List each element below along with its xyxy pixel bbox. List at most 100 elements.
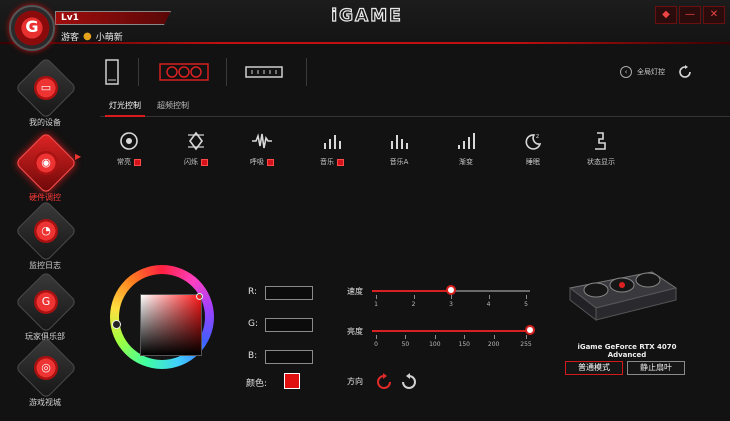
- sleep-icon: z: [525, 133, 542, 150]
- clockwise-icon[interactable]: [374, 372, 394, 392]
- slider-tick-label: 50: [401, 341, 410, 348]
- user-info: 游客 ● 小萌新: [61, 30, 123, 43]
- effect-static[interactable]: 常亮: [99, 131, 159, 175]
- speed-label: 速度: [347, 287, 363, 296]
- slider-tick-label: 1: [374, 301, 378, 308]
- tab-light-control[interactable]: 灯光控制: [105, 100, 145, 117]
- card-name: iGame GeForce RTX 4070 Advanced: [577, 343, 677, 359]
- effect-sleep[interactable]: z 睡眠: [503, 131, 563, 175]
- slider-tick-label: 4: [486, 301, 491, 308]
- speed-slider-handle[interactable]: [446, 285, 456, 295]
- status-icon: [595, 132, 606, 150]
- tab-overclock-control[interactable]: 超频控制: [157, 100, 189, 111]
- effect-label-row: 呼吸: [232, 157, 292, 167]
- effect-gradient[interactable]: 渐变: [436, 131, 496, 175]
- user-prefix: 游客: [61, 33, 80, 43]
- music-icon: [324, 135, 341, 149]
- sidebar-item-monitor-log[interactable]: ◔ 监控日志: [0, 199, 90, 275]
- svg-text:iGAME: iGAME: [331, 6, 402, 26]
- monitor-icon: ▭: [34, 76, 58, 100]
- hue-handle[interactable]: [112, 320, 121, 329]
- red-input[interactable]: [265, 286, 313, 300]
- sidebar-item-hardware-control[interactable]: ◉ 硬件调控: [0, 131, 90, 207]
- gauge-icon: ◔: [34, 219, 58, 243]
- minimize-icon: —: [685, 9, 695, 20]
- effect-music-a[interactable]: 音乐A: [369, 131, 429, 175]
- effect-label: 常亮: [117, 158, 131, 166]
- normal-mode-button[interactable]: 普通模式: [565, 361, 623, 375]
- counterclockwise-icon[interactable]: [399, 372, 419, 392]
- slider-tick: [493, 335, 495, 339]
- effect-music[interactable]: 音乐: [302, 131, 362, 175]
- saturation-handle[interactable]: [196, 293, 203, 300]
- blue-input[interactable]: [265, 350, 313, 364]
- sidebar-item-label: 游戏视城: [29, 398, 61, 407]
- minimize-button[interactable]: —: [679, 6, 701, 24]
- svg-text:z: z: [536, 133, 539, 140]
- slider-tick: [451, 295, 452, 299]
- title-bar: Lv1 游客 ● 小萌新 iGAME ◆ — ✕: [0, 0, 730, 44]
- device-separator: [138, 58, 139, 86]
- global-light-button[interactable]: ‹ 全局灯控: [620, 66, 665, 78]
- stop-fan-button[interactable]: 静止扇叶: [627, 361, 685, 375]
- effect-breath[interactable]: 呼吸: [232, 131, 292, 175]
- gamepad-icon: ◎: [34, 356, 58, 380]
- effect-label: 闪烁: [184, 158, 198, 166]
- effect-color-swatch[interactable]: [134, 158, 141, 166]
- pc-case-icon[interactable]: [100, 58, 124, 86]
- effect-label-row: 睡眠: [503, 157, 563, 167]
- saturation-brightness-square[interactable]: [140, 294, 202, 356]
- effect-label: 状态显示: [587, 158, 615, 166]
- tab-bar: 灯光控制 超频控制: [100, 97, 730, 117]
- sidebar-item-my-devices[interactable]: ▭ 我的设备: [0, 56, 90, 132]
- slider-tick: [376, 335, 377, 339]
- direction-label: 方向: [347, 377, 363, 386]
- slider-tick: [526, 335, 527, 339]
- close-icon: ✕: [709, 9, 719, 20]
- effect-color-swatch[interactable]: [201, 158, 208, 166]
- red-label: R:: [248, 287, 258, 297]
- sidebar-icon-frame: ◎: [14, 336, 78, 400]
- device-separator: [306, 58, 307, 86]
- effect-label-row: 闪烁: [166, 157, 226, 167]
- brightness-slider[interactable]: [372, 325, 535, 335]
- sidebar-item-label: 我的设备: [29, 118, 61, 127]
- sidebar-icon-frame: ◉: [14, 131, 78, 195]
- effect-status-display[interactable]: 状态显示: [571, 131, 631, 175]
- avatar[interactable]: G: [9, 5, 55, 51]
- slider-tick-label: 0: [374, 341, 378, 348]
- static-icon: [120, 132, 138, 150]
- skin-icon: ◆: [662, 9, 670, 20]
- effect-color-swatch[interactable]: [337, 158, 344, 166]
- memory-icon[interactable]: [244, 58, 284, 86]
- avatar-logo-icon: G: [25, 17, 39, 36]
- sidebar-item-label: 监控日志: [29, 261, 61, 270]
- flash-icon: [188, 131, 204, 151]
- slider-tick-label: 100: [429, 341, 441, 348]
- username: 小萌新: [95, 33, 123, 43]
- control-icon: ◉: [34, 151, 58, 175]
- blue-label: B:: [248, 351, 258, 361]
- brightness-slider-handle[interactable]: [525, 325, 535, 335]
- skin-button[interactable]: ◆: [655, 6, 677, 24]
- green-label: G:: [248, 319, 259, 329]
- effect-label-row: 渐变: [436, 157, 496, 167]
- effect-flash[interactable]: 闪烁: [166, 131, 226, 175]
- speed-slider[interactable]: [372, 285, 530, 295]
- slider-tick-label: 200: [487, 341, 500, 348]
- slider-tick: [376, 295, 377, 299]
- sidebar-item-player-club[interactable]: G 玩家俱乐部: [0, 270, 90, 346]
- close-button[interactable]: ✕: [703, 6, 725, 24]
- slider-tick: [488, 295, 490, 299]
- effect-color-swatch[interactable]: [267, 158, 274, 166]
- green-input[interactable]: [265, 318, 313, 332]
- slider-tick: [526, 295, 527, 299]
- color-swatch[interactable]: [284, 373, 300, 389]
- breath-icon: [252, 133, 272, 149]
- refresh-icon[interactable]: [677, 64, 693, 80]
- sidebar-item-game-city[interactable]: ◎ 游戏视城: [0, 336, 90, 412]
- graphics-card-icon[interactable]: [158, 58, 210, 86]
- effect-label: 睡眠: [526, 158, 540, 166]
- music-a-icon: [391, 135, 408, 149]
- slider-tick-label: 150: [458, 341, 470, 348]
